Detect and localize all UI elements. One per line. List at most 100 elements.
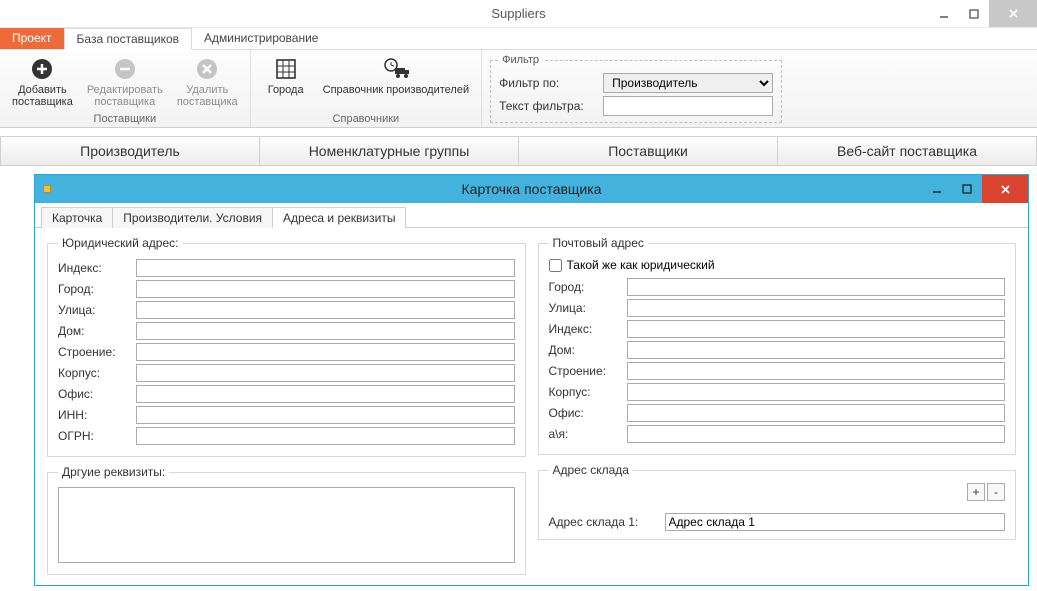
minimize-icon: [932, 184, 942, 194]
page-tab-manufacturer[interactable]: Производитель: [0, 136, 260, 165]
page-tab-suppliers[interactable]: Поставщики: [519, 136, 778, 165]
right-column: Почтовый адрес Такой же как юридический …: [538, 236, 1017, 583]
postal-street-label: Улица:: [549, 301, 621, 315]
page-tab-website[interactable]: Веб-сайт поставщика: [778, 136, 1037, 165]
modal-maximize-button[interactable]: [952, 175, 982, 203]
window-controls: [929, 0, 1037, 27]
legal-index-label: Индекс:: [58, 261, 130, 275]
manufacturers-ref-label: Справочник производителей: [323, 84, 469, 96]
card-tab-addresses[interactable]: Адреса и реквизиты: [272, 207, 406, 228]
edit-supplier-label: Редактировать поставщика: [87, 84, 163, 108]
postal-house-label: Дом:: [549, 343, 621, 357]
legal-house-input[interactable]: [136, 322, 515, 340]
postal-korpus-input[interactable]: [627, 383, 1006, 401]
grid-icon: [273, 56, 299, 82]
supplier-card-window: Карточка поставщика Карточка Производите…: [34, 174, 1029, 586]
ribbon-tab-admin[interactable]: Администрирование: [192, 28, 330, 49]
filter-text-label: Текст фильтра:: [499, 99, 597, 113]
add-supplier-label: Добавить поставщика: [12, 84, 73, 108]
filter-by-select[interactable]: Производитель: [603, 73, 773, 93]
filter-legend: Фильтр: [499, 54, 542, 66]
left-column: Юридический адрес: Индекс: Город: Улица:…: [47, 236, 526, 583]
same-as-legal-checkbox[interactable]: [549, 259, 562, 272]
postal-address-legend: Почтовый адрес: [549, 236, 648, 250]
ribbon-tab-project[interactable]: Проект: [0, 28, 64, 49]
ribbon-tab-strip: Проект База поставщиков Администрировани…: [0, 28, 1037, 50]
ribbon-group-suppliers-label: Поставщики: [94, 113, 157, 125]
cities-button[interactable]: Города: [257, 54, 315, 111]
warehouse-add-button[interactable]: +: [967, 483, 985, 501]
maximize-button[interactable]: [959, 0, 989, 27]
edit-supplier-button[interactable]: Редактировать поставщика: [81, 54, 169, 111]
legal-building-label: Строение:: [58, 345, 130, 359]
postal-city-label: Город:: [549, 280, 621, 294]
x-circle-icon: [194, 56, 220, 82]
legal-address-group: Юридический адрес: Индекс: Город: Улица:…: [47, 236, 526, 457]
modal-title: Карточка поставщика: [462, 181, 602, 197]
ribbon-group-suppliers: Добавить поставщика Редактировать постав…: [0, 50, 251, 127]
warehouse-row-label: Адрес склада 1:: [549, 515, 657, 529]
warehouse-remove-button[interactable]: -: [987, 483, 1005, 501]
warehouse-buttons: + -: [549, 483, 1006, 501]
close-button[interactable]: [989, 0, 1037, 27]
plus-circle-icon: [29, 56, 55, 82]
legal-city-input[interactable]: [136, 280, 515, 298]
add-supplier-button[interactable]: Добавить поставщика: [6, 54, 79, 111]
legal-ogrn-input[interactable]: [136, 427, 515, 445]
page-tab-strip: Производитель Номенклатурные группы Пост…: [0, 136, 1037, 166]
postal-pobox-label: а\я:: [549, 427, 621, 441]
legal-index-input[interactable]: [136, 259, 515, 277]
close-icon: [1000, 184, 1011, 195]
modal-titlebar: Карточка поставщика: [35, 175, 1028, 203]
ribbon: Добавить поставщика Редактировать постав…: [0, 50, 1037, 128]
minimize-icon: [939, 9, 949, 19]
legal-korpus-input[interactable]: [136, 364, 515, 382]
maximize-icon: [969, 9, 979, 19]
postal-building-input[interactable]: [627, 362, 1006, 380]
postal-pobox-input[interactable]: [627, 425, 1006, 443]
postal-office-label: Офис:: [549, 406, 621, 420]
modal-icon: [43, 185, 51, 193]
warehouse-legend: Адрес склада: [549, 463, 633, 477]
postal-street-input[interactable]: [627, 299, 1006, 317]
postal-building-label: Строение:: [549, 364, 621, 378]
delete-supplier-button[interactable]: Удалить поставщика: [171, 54, 244, 111]
truck-clock-icon: [383, 56, 409, 82]
minus-circle-icon: [112, 56, 138, 82]
legal-building-input[interactable]: [136, 343, 515, 361]
postal-korpus-label: Корпус:: [549, 385, 621, 399]
postal-house-input[interactable]: [627, 341, 1006, 359]
title-bar: Suppliers: [0, 0, 1037, 28]
postal-office-input[interactable]: [627, 404, 1006, 422]
close-icon: [1008, 8, 1019, 19]
card-body: Юридический адрес: Индекс: Город: Улица:…: [35, 228, 1028, 591]
card-tab-manufacturers[interactable]: Производители. Условия: [112, 207, 273, 228]
same-as-legal-label: Такой же как юридический: [567, 258, 715, 272]
legal-street-input[interactable]: [136, 301, 515, 319]
minimize-button[interactable]: [929, 0, 959, 27]
ribbon-tab-suppliers-db[interactable]: База поставщиков: [64, 28, 193, 50]
card-tab-card[interactable]: Карточка: [41, 207, 113, 228]
warehouse-row-input[interactable]: [665, 513, 1006, 531]
modal-minimize-button[interactable]: [922, 175, 952, 203]
legal-inn-input[interactable]: [136, 406, 515, 424]
window-title: Suppliers: [491, 6, 545, 21]
legal-street-label: Улица:: [58, 303, 130, 317]
legal-address-legend: Юридический адрес:: [58, 236, 182, 250]
page-tab-nomenclature[interactable]: Номенклатурные группы: [260, 136, 519, 165]
legal-office-label: Офис:: [58, 387, 130, 401]
filter-text-input[interactable]: [603, 96, 773, 116]
legal-office-input[interactable]: [136, 385, 515, 403]
ribbon-group-refs: Города Справочник производителей Справоч…: [251, 50, 482, 127]
ribbon-group-refs-label: Справочники: [333, 113, 400, 125]
card-tab-strip: Карточка Производители. Условия Адреса и…: [35, 203, 1028, 228]
legal-ogrn-label: ОГРН:: [58, 429, 130, 443]
other-requisites-legend: Дргуие реквизиты:: [58, 465, 169, 479]
manufacturers-ref-button[interactable]: Справочник производителей: [317, 54, 475, 111]
postal-index-input[interactable]: [627, 320, 1006, 338]
other-requisites-textarea[interactable]: [58, 487, 515, 563]
delete-supplier-label: Удалить поставщика: [177, 84, 238, 108]
postal-index-label: Индекс:: [549, 322, 621, 336]
postal-city-input[interactable]: [627, 278, 1006, 296]
modal-close-button[interactable]: [982, 175, 1028, 203]
